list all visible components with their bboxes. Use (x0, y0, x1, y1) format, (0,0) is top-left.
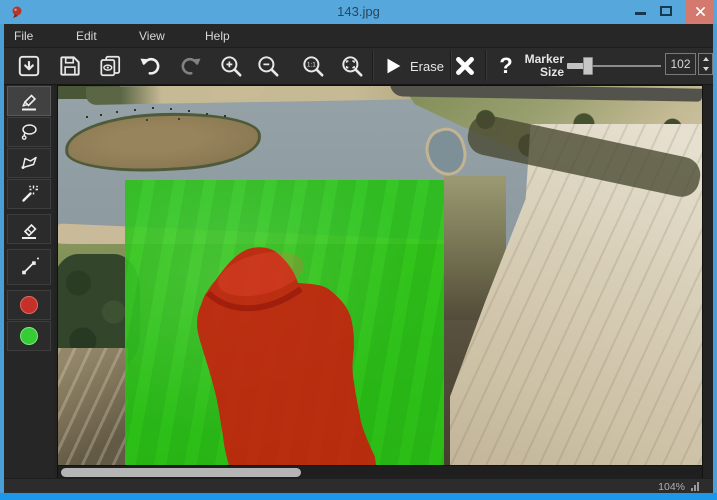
lasso-tool-button[interactable] (7, 117, 51, 147)
canvas-image[interactable] (58, 86, 702, 465)
titlebar[interactable]: 143.jpg (0, 0, 717, 24)
menu-view[interactable]: View (139, 29, 165, 43)
spinner-down-button[interactable] (699, 64, 712, 74)
canvas-panel (57, 85, 703, 478)
background-color-button[interactable] (7, 321, 51, 351)
grip-bar (691, 488, 693, 491)
preview-button[interactable] (93, 49, 127, 83)
foreground-color-button[interactable] (7, 290, 51, 320)
lasso-icon (17, 120, 41, 144)
spinner-up-button[interactable] (699, 54, 712, 64)
resize-grip[interactable] (691, 480, 705, 491)
zoom-in-button[interactable] (214, 49, 248, 83)
workspace (4, 85, 713, 478)
minimize-button[interactable] (632, 3, 650, 19)
zoom-in-icon (218, 53, 244, 79)
horizontal-scrollbar[interactable] (58, 465, 702, 478)
open-icon (16, 53, 42, 79)
erase-label: Erase (410, 59, 444, 74)
marker-icon (17, 89, 41, 113)
app-window: 143.jpg File Edit View Help (0, 0, 717, 500)
green-swatch-icon (17, 324, 41, 348)
clear-icon (453, 54, 477, 78)
toolbar: 1:1 Erase ? Mar (4, 48, 713, 85)
green-label-overlay (125, 180, 444, 465)
save-button[interactable] (53, 49, 87, 83)
polygon-lasso-tool-button[interactable] (7, 148, 51, 178)
marker-size-input[interactable] (665, 53, 696, 75)
line-icon (17, 255, 41, 279)
toolbar-separator (485, 50, 486, 81)
zoom-fit-icon (339, 53, 365, 79)
preview-icon (97, 53, 123, 79)
magic-wand-icon (17, 182, 41, 206)
undo-button[interactable] (133, 49, 167, 83)
tool-sidebar (4, 85, 54, 478)
zoom-out-button[interactable] (251, 49, 285, 83)
maximize-button[interactable] (657, 3, 675, 19)
photo-island-specks (86, 116, 88, 118)
window-border-right (713, 24, 717, 493)
statusbar: 104% (4, 478, 713, 493)
zoom-out-icon (255, 53, 281, 79)
erase-button[interactable]: Erase (376, 49, 448, 83)
arrow-up-icon (703, 57, 709, 61)
redo-button[interactable] (174, 49, 208, 83)
zoom-level: 104% (658, 481, 685, 493)
open-button[interactable] (12, 49, 46, 83)
zoom-fit-button[interactable] (335, 49, 369, 83)
window-border-bottom (0, 493, 717, 500)
marker-size-label-line2: Size (504, 66, 564, 79)
grip-bar (694, 485, 696, 491)
line-tool-button[interactable] (7, 249, 51, 285)
menu-file[interactable]: File (14, 29, 33, 43)
red-swatch-icon (17, 293, 41, 317)
slider-thumb[interactable] (583, 57, 593, 75)
arrow-down-icon (703, 67, 709, 71)
menu-help[interactable]: Help (205, 29, 230, 43)
redo-icon (178, 53, 204, 79)
erase-play-icon (382, 55, 404, 77)
grip-bar (697, 482, 699, 491)
window-title: 143.jpg (0, 4, 717, 19)
maximize-icon (660, 6, 672, 16)
scrollbar-thumb[interactable] (61, 468, 301, 477)
zoom-actual-button[interactable]: 1:1 (296, 49, 330, 83)
zoom-actual-icon: 1:1 (300, 53, 326, 79)
marker-size-label: Marker Size (504, 53, 564, 79)
photo-island (64, 108, 263, 176)
magic-wand-tool-button[interactable] (7, 179, 51, 209)
undo-icon (137, 53, 163, 79)
eraser-tool-button[interactable] (7, 214, 51, 244)
clear-button[interactable] (448, 49, 482, 83)
close-icon (695, 6, 706, 17)
toolbar-separator (372, 50, 373, 81)
svg-text:1:1: 1:1 (307, 62, 316, 69)
minimize-icon (635, 12, 646, 15)
eraser-icon (17, 217, 41, 241)
marker-size-spinner (698, 53, 713, 75)
photo-rocks-texture (58, 348, 128, 465)
marker-size-slider[interactable] (567, 54, 661, 78)
save-icon (57, 53, 83, 79)
menubar: File Edit View Help (4, 24, 713, 48)
marker-tool-button[interactable] (7, 86, 51, 116)
polygon-lasso-icon (17, 151, 41, 175)
menu-edit[interactable]: Edit (76, 29, 97, 43)
close-button[interactable] (686, 0, 714, 23)
